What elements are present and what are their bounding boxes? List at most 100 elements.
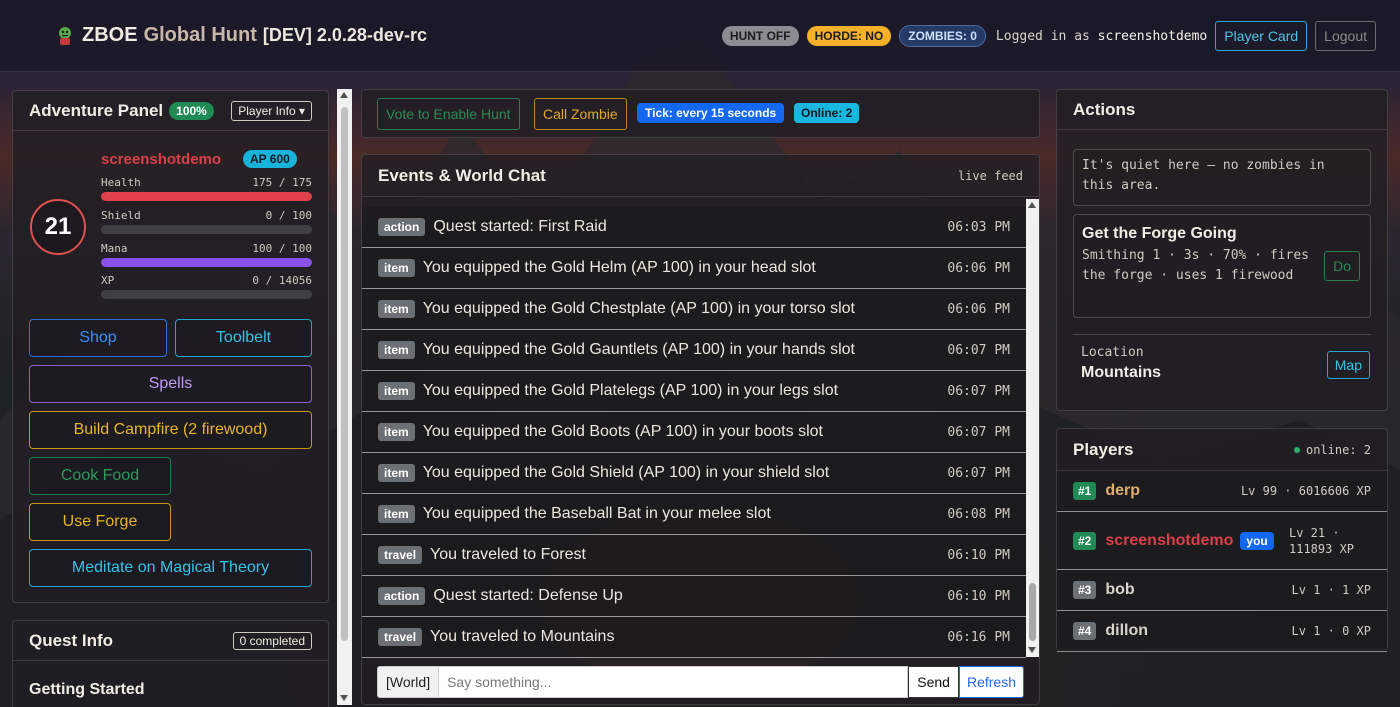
event-tag: item — [378, 341, 415, 359]
players-header: Players online: 2 — [1057, 429, 1387, 471]
scroll-down-icon[interactable] — [1028, 647, 1036, 653]
event-row: item You equipped the Gold Helm (AP 100) … — [362, 248, 1026, 289]
send-button[interactable]: Send — [908, 666, 959, 698]
tick-badge: Tick: every 15 seconds — [637, 103, 785, 123]
top-status: HUNT OFF HORDE: NO ZOMBIES: 0 Logged in … — [721, 20, 1376, 52]
player-level-xp: Lv 21 · 111893 XP — [1289, 525, 1355, 556]
brand-title: ZBOE — [82, 24, 138, 46]
player-info-dropdown[interactable]: Player Info ▾ — [231, 100, 312, 121]
player-name[interactable]: derp — [1105, 482, 1140, 500]
player-name[interactable]: dillon — [1105, 622, 1148, 640]
event-row: item You equipped the Baseball Bat in you… — [362, 494, 1026, 535]
player-row[interactable]: #3 bob Lv 1 · 1 XP — [1057, 570, 1387, 611]
actions-panel: Actions It's quiet here — no zombies in … — [1056, 89, 1388, 411]
player-level-xp: Lv 1 · 0 XP — [1291, 624, 1371, 638]
event-tag: item — [378, 300, 415, 318]
logged-in-text: Logged in as screenshotdemo — [996, 29, 1207, 44]
zombie-icon — [59, 26, 71, 45]
use-forge-button[interactable]: Use Forge — [29, 503, 171, 541]
location-section: Location Mountains Map — [1073, 334, 1371, 394]
brand: ZBOE Global Hunt [DEV] 2.0.28-dev-rc — [54, 24, 427, 47]
spells-button[interactable]: Spells — [29, 365, 312, 403]
scroll-up-icon[interactable] — [340, 92, 348, 98]
shop-button[interactable]: Shop — [29, 319, 167, 357]
quest-info-title: Quest Info — [29, 630, 114, 650]
toolbelt-button[interactable]: Toolbelt — [175, 319, 312, 357]
quest-info-header: Quest Info 0 completed — [13, 621, 328, 661]
meditate-button[interactable]: Meditate on Magical Theory — [29, 549, 312, 587]
event-row: item You equipped the Gold Shield (AP 100… — [362, 453, 1026, 494]
hunt-controls: Vote to Enable Hunt Call Zombie Tick: ev… — [361, 89, 1040, 138]
xp-stat: XP 0 / 14056 — [101, 274, 312, 299]
player-name[interactable]: bob — [1105, 581, 1134, 599]
event-text: You equipped the Gold Platelegs (AP 100)… — [422, 382, 839, 399]
map-button[interactable]: Map — [1326, 351, 1370, 379]
actions-header: Actions — [1057, 90, 1387, 130]
online-indicator: online: 2 — [1293, 442, 1371, 457]
event-tag: item — [378, 382, 415, 400]
scroll-up-icon[interactable] — [1028, 202, 1036, 208]
events-title: Events & World Chat — [378, 165, 546, 185]
event-time: 06:06 PM — [947, 301, 1010, 317]
zombies-count-badge: ZOMBIES: 0 — [899, 25, 986, 47]
event-text: You traveled to Mountains — [430, 628, 615, 645]
shield-bar — [101, 225, 312, 234]
scrollbar-thumb[interactable] — [1029, 583, 1036, 641]
stat-value: 175 / 175 — [252, 176, 312, 189]
player-card-button[interactable]: Player Card — [1215, 21, 1308, 51]
player-row[interactable]: #1 derp Lv 99 · 6016606 XP — [1057, 471, 1387, 512]
event-list: action Quest started: First Raid 06:03 PM … — [362, 207, 1026, 660]
chat-channel-label: [World] — [377, 666, 440, 698]
event-time: 06:16 PM — [947, 629, 1010, 645]
event-row: action Quest started: Defense Up 06:10 PM — [362, 576, 1026, 617]
rank-badge: #1 — [1073, 482, 1097, 500]
events-header: Events & World Chat live feed — [362, 155, 1039, 197]
xp-bar — [101, 290, 312, 299]
logout-button[interactable]: Logout — [1315, 21, 1376, 51]
logged-in-username: screenshotdemo — [1097, 28, 1208, 44]
player-name[interactable]: screenshotdemo — [1105, 532, 1233, 550]
adventure-panel-title: Adventure Panel — [29, 100, 164, 120]
quest-info-panel: Quest Info 0 completed Getting Started — [12, 620, 329, 707]
mana-bar — [101, 258, 312, 267]
player-row[interactable]: #2 screenshotdemo you Lv 21 · 111893 XP — [1057, 512, 1387, 570]
refresh-button[interactable]: Refresh — [958, 666, 1024, 698]
scrollbar-thumb[interactable] — [341, 107, 348, 641]
player-row[interactable]: #4 dillon Lv 1 · 0 XP — [1057, 611, 1387, 652]
event-text: You equipped the Baseball Bat in your me… — [422, 505, 771, 522]
action-description: Smithing 1 · 3s · 70% · fires the forge … — [1082, 248, 1309, 283]
event-text: You equipped the Gold Chestplate (AP 100… — [422, 300, 855, 317]
call-zombie-button[interactable]: Call Zombie — [534, 98, 627, 130]
online-count: online: 2 — [1305, 442, 1371, 457]
forge-action-card: Get the Forge Going Smithing 1 · 3s · 70… — [1073, 214, 1371, 318]
event-tag: item — [378, 259, 415, 277]
event-list-scrollbar[interactable] — [1026, 199, 1039, 657]
stat-value: 0 / 100 — [265, 209, 312, 222]
level-circle: 21 — [30, 199, 86, 255]
do-action-button[interactable]: Do — [1324, 251, 1360, 281]
event-time: 06:07 PM — [947, 383, 1010, 399]
adventure-panel: Adventure Panel 100% Player Info ▾ 21 sc… — [12, 90, 329, 603]
event-text: You equipped the Gold Boots (AP 100) in … — [422, 423, 823, 440]
event-time: 06:10 PM — [947, 588, 1010, 604]
chat-input[interactable] — [439, 666, 909, 698]
event-tag: travel — [378, 628, 423, 646]
event-tag: travel — [378, 546, 423, 564]
event-text: You equipped the Gold Shield (AP 100) in… — [422, 464, 830, 481]
event-row: travel You traveled to Forest 06:10 PM — [362, 535, 1026, 576]
event-time: 06:10 PM — [947, 547, 1010, 563]
health-bar — [101, 192, 312, 201]
health-stat: Health 175 / 175 — [101, 176, 312, 201]
top-bar: ZBOE Global Hunt [DEV] 2.0.28-dev-rc HUN… — [0, 0, 1400, 72]
cook-food-button[interactable]: Cook Food — [29, 457, 171, 495]
scroll-down-icon[interactable] — [340, 695, 348, 701]
event-tag: item — [378, 464, 415, 482]
rank-badge: #3 — [1073, 581, 1097, 599]
player-level-xp: Lv 99 · 6016606 XP — [1240, 484, 1371, 498]
location-label: Location — [1081, 345, 1144, 360]
vote-enable-hunt-button[interactable]: Vote to Enable Hunt — [377, 98, 520, 130]
event-time: 06:07 PM — [947, 424, 1010, 440]
build-campfire-button[interactable]: Build Campfire (2 firewood) — [29, 411, 312, 449]
event-tag: action — [378, 218, 426, 236]
left-column-scrollbar[interactable] — [337, 89, 352, 705]
